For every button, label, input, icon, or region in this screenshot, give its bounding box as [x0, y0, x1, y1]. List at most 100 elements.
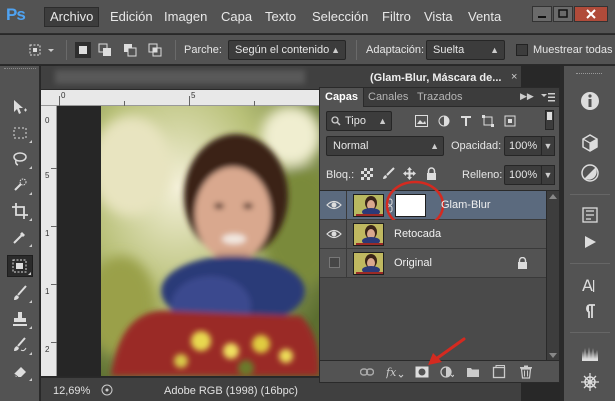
layer-style-fx-icon[interactable]: fx	[386, 365, 404, 379]
history-brush-icon	[14, 337, 27, 352]
ruler-number: 5	[191, 91, 196, 100]
color-profile: Adobe RGB (1998) (16bpc)	[164, 385, 298, 397]
eyedropper-tool[interactable]	[7, 226, 33, 248]
close-document-icon[interactable]: ×	[511, 71, 517, 83]
dock-actions-button[interactable]	[576, 229, 604, 255]
panel-menu-icon[interactable]	[540, 92, 556, 103]
close-icon	[586, 9, 596, 19]
link-layers-icon[interactable]	[360, 365, 374, 379]
menu-edicion[interactable]: Edición	[110, 9, 153, 24]
opacity-dropdown-button[interactable]: ▼	[541, 136, 555, 156]
close-window-button[interactable]	[574, 6, 608, 22]
trash-delete-icon[interactable]	[519, 365, 533, 379]
new-selection-icon[interactable]	[75, 42, 91, 58]
patch-tool-preset-icon[interactable]	[28, 42, 44, 58]
clone-stamp-tool[interactable]	[7, 308, 33, 330]
move-tool[interactable]	[7, 96, 33, 118]
menu-texto[interactable]: Texto	[265, 9, 296, 24]
photoshop-logo: Ps	[6, 5, 26, 24]
filter-smart-object-icon[interactable]	[504, 115, 516, 127]
fill-input[interactable]: 100%	[504, 165, 542, 185]
divider	[346, 220, 347, 249]
filter-adjustment-icon[interactable]	[438, 115, 450, 127]
submenu-triangle	[29, 244, 32, 247]
lasso-tool[interactable]	[7, 148, 33, 170]
layer-row-retocada[interactable]: Retocada	[320, 220, 546, 249]
layers-panel-tabs: Capas Canales Trazados ▶▶	[320, 88, 559, 107]
ruler-number: 5	[45, 171, 50, 180]
layer-row-glam-blur[interactable]: Glam-Blur	[320, 180, 546, 230]
eye-visibility-icon[interactable]	[326, 227, 342, 241]
blend-mode-select[interactable]: Normal ▲	[326, 136, 444, 156]
dock-3d-button[interactable]	[576, 130, 604, 156]
visibility-toggle-off[interactable]	[329, 257, 340, 268]
divider	[356, 40, 357, 60]
add-to-selection-icon[interactable]	[97, 42, 113, 58]
chevron-down-icon[interactable]	[46, 42, 56, 58]
layer-thumbnail[interactable]	[353, 194, 384, 217]
menu-filtro[interactable]: Filtro	[382, 9, 411, 24]
eyedropper-icon	[13, 232, 25, 244]
tab-canales[interactable]: Canales	[363, 88, 413, 107]
ruler-number: 0	[45, 116, 50, 125]
fill-dropdown-button[interactable]: ▼	[541, 165, 555, 185]
zoom-level[interactable]: 12,69%	[53, 385, 90, 397]
patch-tool[interactable]	[7, 255, 33, 277]
lock-transparent-pixels-icon[interactable]	[361, 168, 373, 180]
eye-visibility-icon[interactable]	[326, 198, 342, 212]
patch-mode-select[interactable]: Según el contenido ▲	[228, 40, 346, 60]
layer-name[interactable]: Original	[394, 257, 432, 269]
menu-seleccion[interactable]: Selección	[312, 9, 368, 24]
sample-all-checkbox[interactable]	[516, 44, 528, 56]
menu-imagen[interactable]: Imagen	[164, 9, 207, 24]
new-layer-icon[interactable]	[492, 365, 506, 379]
dock-clone-source-button[interactable]	[576, 369, 604, 395]
layer-filter-select[interactable]: Tipo ▲	[326, 111, 392, 131]
dock-brush-presets-button[interactable]	[576, 341, 604, 367]
menu-archivo[interactable]: Archivo	[44, 7, 100, 27]
ruler-number: 2	[45, 345, 50, 354]
dock-character-button[interactable]: A	[576, 272, 604, 298]
intersect-selection-icon[interactable]	[147, 42, 163, 58]
panel-grip[interactable]	[4, 68, 36, 74]
minimize-button[interactable]	[532, 6, 552, 22]
sample-all-label: Muestrear todas	[533, 44, 613, 56]
submenu-triangle	[29, 140, 32, 143]
layers-scrollbar[interactable]	[546, 191, 559, 361]
document-canvas-image[interactable]	[101, 106, 319, 376]
layer-row-original[interactable]: Original	[320, 249, 546, 278]
menu-ventana[interactable]: Venta	[468, 9, 501, 24]
layer-thumbnail[interactable]	[353, 223, 384, 246]
menu-capa[interactable]: Capa	[221, 9, 252, 24]
collapse-panel-icon[interactable]: ▶▶	[520, 91, 534, 102]
subtract-from-selection-icon[interactable]	[122, 42, 138, 58]
opacity-input[interactable]: 100%	[504, 136, 542, 156]
quick-selection-tool[interactable]	[7, 174, 33, 196]
scroll-up-arrow[interactable]	[549, 193, 557, 199]
eraser-tool[interactable]	[7, 360, 33, 382]
scroll-down-arrow[interactable]	[549, 353, 557, 359]
filter-type-icon[interactable]	[460, 115, 472, 127]
marquee-tool[interactable]	[7, 122, 33, 144]
crop-tool[interactable]	[7, 200, 33, 222]
tab-trazados[interactable]: Trazados	[412, 88, 467, 107]
layer-name[interactable]: Glam-Blur	[441, 199, 491, 211]
dock-info-button[interactable]	[576, 88, 604, 114]
filter-shape-icon[interactable]	[482, 115, 494, 127]
dock-adjustments-button[interactable]	[576, 160, 604, 186]
history-brush-tool[interactable]	[7, 334, 33, 356]
dock-header[interactable]	[568, 70, 610, 80]
filter-toggle-switch[interactable]	[545, 110, 554, 130]
status-menu-icon[interactable]	[100, 383, 114, 397]
dock-history-button[interactable]	[576, 202, 604, 228]
filter-pixel-icon[interactable]	[415, 115, 428, 127]
brush-tool[interactable]	[7, 282, 33, 304]
layer-thumbnail[interactable]	[353, 252, 384, 275]
menu-vista[interactable]: Vista	[424, 9, 453, 24]
new-group-folder-icon[interactable]	[466, 365, 480, 379]
restore-button[interactable]	[553, 6, 573, 22]
adaptation-select[interactable]: Suelta ▲	[426, 40, 505, 60]
dock-paragraph-button[interactable]	[576, 298, 604, 324]
tab-capas[interactable]: Capas	[320, 88, 365, 107]
layer-name[interactable]: Retocada	[394, 228, 441, 240]
